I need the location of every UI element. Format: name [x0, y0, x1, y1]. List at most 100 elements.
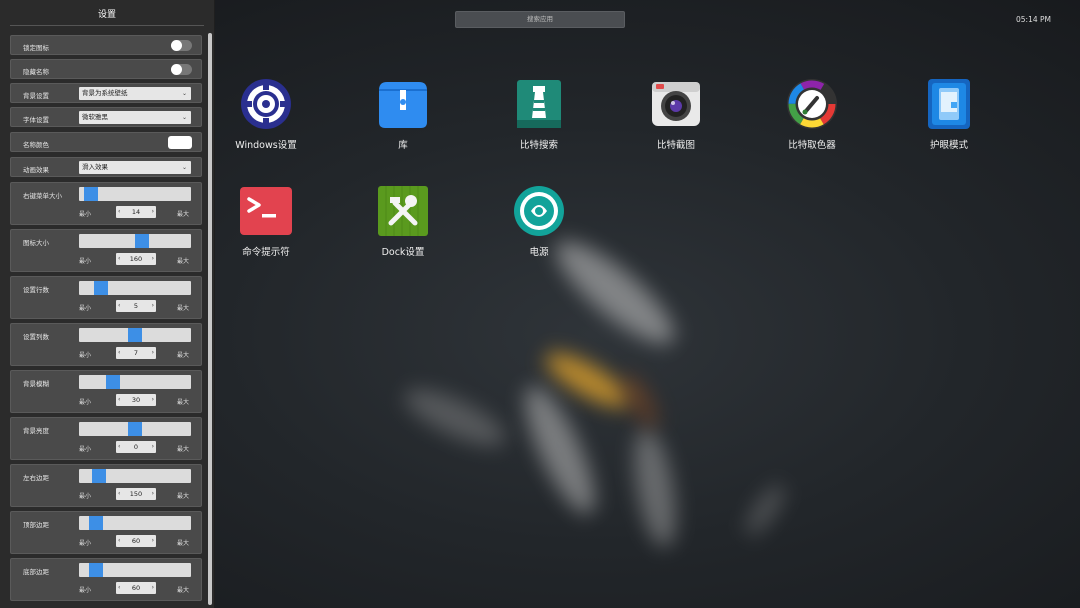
tools-icon — [377, 185, 429, 237]
setting-label: 底部边距 — [23, 568, 49, 576]
min-label: 最小 — [79, 587, 92, 594]
app-windows-settings[interactable]: Windows设置 — [211, 78, 321, 151]
slider-thumb[interactable] — [84, 187, 98, 201]
value-stepper[interactable]: ‹ 7 › — [116, 347, 156, 359]
clock: 05:14 PM — [1016, 15, 1051, 24]
slider-track[interactable] — [79, 281, 191, 295]
setting-name-color: 名称颜色 — [10, 132, 202, 152]
app-bit-color-picker[interactable]: 比特取色器 — [757, 78, 867, 151]
chevron-down-icon: ⌄ — [181, 164, 187, 171]
panel-title: 设置 — [10, 0, 204, 26]
app-name: 电源 — [529, 247, 549, 258]
min-label: 最小 — [79, 211, 92, 218]
app-power[interactable]: 电源 — [484, 185, 594, 258]
setting-label: 锁定图标 — [23, 44, 49, 52]
chevron-right-icon[interactable]: › — [152, 441, 154, 453]
font-select[interactable]: 微软雅黑 ⌄ — [79, 111, 191, 124]
chevron-left-icon[interactable]: ‹ — [118, 488, 120, 500]
chevron-left-icon[interactable]: ‹ — [118, 441, 120, 453]
setting-lock-icons: 锁定图标 — [10, 35, 202, 55]
setting-label: 顶部边距 — [23, 521, 49, 529]
background-select[interactable]: 背景为系统壁纸 ⌄ — [79, 87, 191, 100]
app-name: 比特搜索 — [519, 140, 558, 151]
setting-label: 背景亮度 — [23, 427, 49, 435]
search-input[interactable]: 搜索应用 — [455, 11, 625, 28]
app-bit-search[interactable]: 比特搜索 — [484, 78, 594, 151]
slider-track[interactable] — [79, 516, 191, 530]
slider-track[interactable] — [79, 234, 191, 248]
max-label: 最大 — [176, 258, 189, 265]
chevron-left-icon[interactable]: ‹ — [118, 253, 120, 265]
lock-icons-toggle[interactable] — [171, 40, 192, 51]
stepper-value: 60 — [131, 537, 141, 545]
slider-track[interactable] — [79, 422, 191, 436]
select-value: 微软雅黑 — [82, 113, 108, 121]
power-icon — [513, 185, 565, 237]
chevron-right-icon[interactable]: › — [152, 535, 154, 547]
max-label: 最大 — [176, 493, 189, 500]
value-stepper[interactable]: ‹ 14 › — [116, 206, 156, 218]
slider-track[interactable] — [79, 328, 191, 342]
setting-slider-row: 底部边距 最小 ‹ 60 › 最大 — [10, 558, 202, 601]
chevron-right-icon[interactable]: › — [152, 488, 154, 500]
stepper-value: 14 — [131, 208, 141, 216]
slider-thumb[interactable] — [128, 328, 142, 342]
max-label: 最大 — [176, 211, 189, 218]
animation-select[interactable]: 滑入效果 ⌄ — [79, 161, 191, 174]
value-stepper[interactable]: ‹ 30 › — [116, 394, 156, 406]
slider-thumb[interactable] — [135, 234, 149, 248]
chevron-left-icon[interactable]: ‹ — [118, 582, 120, 594]
setting-slider-row: 设置列数 最小 ‹ 7 › 最大 — [10, 323, 202, 366]
chevron-right-icon[interactable]: › — [152, 582, 154, 594]
terminal-icon — [240, 185, 292, 237]
slider-track[interactable] — [79, 187, 191, 201]
app-command-prompt[interactable]: 命令提示符 — [211, 185, 321, 258]
app-eye-care[interactable]: 护眼模式 — [894, 78, 1004, 151]
min-label: 最小 — [79, 258, 92, 265]
app-library[interactable]: 库 — [348, 78, 458, 151]
chevron-down-icon: ⌄ — [181, 114, 187, 121]
chevron-right-icon[interactable]: › — [152, 253, 154, 265]
setting-label: 动画效果 — [23, 166, 49, 174]
slider-thumb[interactable] — [94, 281, 108, 295]
value-stepper[interactable]: ‹ 60 › — [116, 582, 156, 594]
chevron-left-icon[interactable]: ‹ — [118, 300, 120, 312]
chevron-right-icon[interactable]: › — [152, 347, 154, 359]
value-stepper[interactable]: ‹ 5 › — [116, 300, 156, 312]
chevron-right-icon[interactable]: › — [152, 300, 154, 312]
value-stepper[interactable]: ‹ 150 › — [116, 488, 156, 500]
slider-thumb[interactable] — [92, 469, 106, 483]
max-label: 最大 — [176, 540, 189, 547]
app-name: 比特取色器 — [788, 140, 836, 151]
slider-track[interactable] — [79, 375, 191, 389]
stepper-value: 7 — [133, 349, 139, 357]
slider-track[interactable] — [79, 563, 191, 577]
min-label: 最小 — [79, 352, 92, 359]
app-name: 命令提示符 — [242, 247, 290, 258]
setting-label: 图标大小 — [23, 239, 49, 247]
slider-thumb[interactable] — [128, 422, 142, 436]
setting-slider-row: 背景模糊 最小 ‹ 30 › 最大 — [10, 370, 202, 413]
hide-names-toggle[interactable] — [171, 64, 192, 75]
stepper-value: 5 — [133, 302, 139, 310]
slider-thumb[interactable] — [89, 563, 103, 577]
min-label: 最小 — [79, 540, 92, 547]
slider-thumb[interactable] — [106, 375, 120, 389]
chevron-right-icon[interactable]: › — [152, 394, 154, 406]
app-dock-settings[interactable]: Dock设置 — [348, 185, 458, 258]
chevron-left-icon[interactable]: ‹ — [118, 206, 120, 218]
stepper-value: 150 — [129, 490, 143, 498]
value-stepper[interactable]: ‹ 0 › — [116, 441, 156, 453]
chevron-left-icon[interactable]: ‹ — [118, 535, 120, 547]
app-bit-screenshot[interactable]: 比特截图 — [621, 78, 731, 151]
library-icon — [377, 78, 429, 130]
chevron-left-icon[interactable]: ‹ — [118, 347, 120, 359]
slider-track[interactable] — [79, 469, 191, 483]
value-stepper[interactable]: ‹ 160 › — [116, 253, 156, 265]
chevron-right-icon[interactable]: › — [152, 206, 154, 218]
slider-thumb[interactable] — [89, 516, 103, 530]
min-label: 最小 — [79, 493, 92, 500]
value-stepper[interactable]: ‹ 60 › — [116, 535, 156, 547]
chevron-left-icon[interactable]: ‹ — [118, 394, 120, 406]
name-color-swatch[interactable] — [168, 136, 192, 149]
